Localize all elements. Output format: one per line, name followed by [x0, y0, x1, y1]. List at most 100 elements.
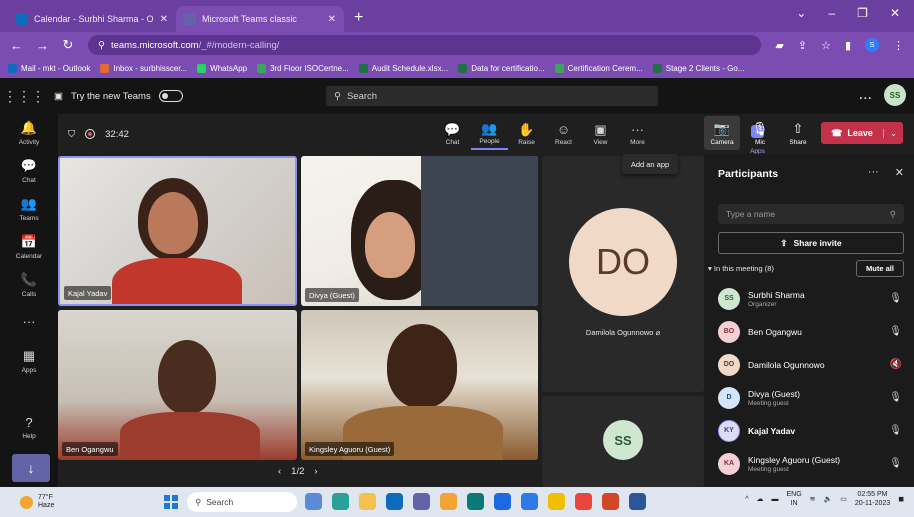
control-chat[interactable]: 💬 Chat: [434, 118, 471, 150]
participant-row[interactable]: KA Kingsley Aguoru (Guest) Meeting guest 🎙: [704, 447, 914, 480]
bookmark-item[interactable]: Data for certificatio...: [458, 63, 545, 73]
participant-row[interactable]: BO Ben Ogangwu 🎙: [704, 315, 914, 348]
tab-calendar[interactable]: Calendar - Surbhi Sharma - Outl ✕: [8, 6, 176, 32]
close-icon[interactable]: ✕: [895, 166, 904, 179]
tab-teams[interactable]: Microsoft Teams classic ✕: [176, 6, 344, 32]
taskbar-app-icon[interactable]: [629, 493, 646, 510]
bookmark-item[interactable]: 3rd Floor ISOCertne...: [257, 63, 349, 73]
teams-search-input[interactable]: ⚲ Search: [326, 86, 658, 106]
leave-button[interactable]: ☎ Leave ⌄: [821, 122, 903, 144]
bookmark-item[interactable]: Mail - mkt - Outlook: [8, 63, 90, 73]
rail-item-teams[interactable]: 👥 Teams: [0, 190, 58, 228]
taskbar-app-icon[interactable]: [305, 493, 322, 510]
taskbar-app-icon[interactable]: [521, 493, 538, 510]
taskbar-app-icon[interactable]: [575, 493, 592, 510]
taskbar-app-icon[interactable]: [602, 493, 619, 510]
taskbar-search-input[interactable]: ⚲ Search: [187, 492, 297, 512]
taskbar-app-icon[interactable]: [332, 493, 349, 510]
more-icon: ···: [631, 121, 644, 137]
participant-row[interactable]: D Divya (Guest) Meeting guest 🎙: [704, 381, 914, 414]
minimize-icon[interactable]: –: [828, 6, 835, 20]
taskbar-app-icon[interactable]: [494, 493, 511, 510]
avatar-tile-damilola[interactable]: DO Damilola Ogunnowo ⌀: [542, 156, 704, 392]
participant-search-input[interactable]: Type a name ⚲: [718, 204, 904, 224]
sidepanel-icon[interactable]: ▮: [845, 39, 851, 52]
control-camera[interactable]: 📷 Camera: [704, 116, 740, 150]
control-more[interactable]: ··· More: [619, 118, 656, 150]
close-window-icon[interactable]: ✕: [890, 6, 900, 20]
chevron-up-icon[interactable]: ^: [745, 496, 748, 503]
restore-icon[interactable]: ❐: [857, 6, 868, 20]
video-tile-ben[interactable]: Ben Ogangwu: [58, 310, 297, 460]
taskbar-app-icon[interactable]: [413, 493, 430, 510]
weather-widget[interactable]: 77°F Haze: [20, 494, 54, 510]
in-meeting-header[interactable]: ▾ In this meeting (8): [708, 264, 774, 273]
share-page-icon[interactable]: ⇪: [798, 39, 807, 52]
bookmark-item[interactable]: Certification Cerem...: [554, 63, 643, 73]
download-icon[interactable]: ↓: [12, 454, 50, 482]
close-icon[interactable]: ✕: [328, 14, 336, 25]
control-mic[interactable]: 🎙 Mic: [742, 116, 778, 150]
forward-icon[interactable]: →: [36, 38, 49, 53]
control-raise[interactable]: ✋ Raise: [508, 118, 545, 150]
close-icon[interactable]: ✕: [160, 14, 168, 25]
rail-item-apps[interactable]: ▦ Apps: [0, 342, 58, 380]
profile-avatar[interactable]: S: [865, 38, 879, 52]
back-icon[interactable]: ←: [10, 38, 23, 53]
taskbar-app-icon[interactable]: [440, 493, 457, 510]
site-info-icon[interactable]: ⚲: [98, 40, 105, 51]
bookmark-item[interactable]: Inbox - surbhisscer...: [100, 63, 187, 73]
camera-in-use-icon[interactable]: ▰: [775, 39, 783, 52]
rail-item-phone[interactable]: 📞 Calls: [0, 266, 58, 304]
chevron-down-icon[interactable]: ⌄: [883, 128, 903, 138]
more-options-icon[interactable]: ...: [859, 86, 872, 104]
try-new-toggle[interactable]: [158, 90, 183, 102]
chevron-right-icon[interactable]: ›: [314, 466, 317, 477]
control-share[interactable]: ⇧ Share: [780, 116, 816, 150]
taskbar-app-icon[interactable]: [359, 493, 376, 510]
taskbar-app-icon[interactable]: [548, 493, 565, 510]
app-launcher-icon[interactable]: ⋮⋮⋮: [0, 88, 48, 105]
clock[interactable]: 02:55 PM 20-11-2023: [855, 490, 890, 508]
mute-all-button[interactable]: Mute all: [856, 260, 904, 277]
taskbar-app-icon[interactable]: [386, 493, 403, 510]
video-tile-kingsley[interactable]: Kingsley Aguoru (Guest): [301, 310, 538, 460]
rail-item-more[interactable]: ···: [0, 304, 58, 342]
rail-item-chat[interactable]: 💬 Chat: [0, 152, 58, 190]
taskbar-app-icon[interactable]: [467, 493, 484, 510]
reload-icon[interactable]: ↻: [62, 37, 74, 53]
user-avatar[interactable]: SS: [884, 84, 906, 106]
chevron-left-icon[interactable]: ‹: [278, 466, 281, 477]
kebab-menu-icon[interactable]: ⋮: [893, 39, 904, 52]
rail-item-help[interactable]: ? Help: [0, 408, 58, 446]
control-people[interactable]: 👥 People: [471, 118, 508, 150]
url-field[interactable]: ⚲ teams.microsoft.com/_#/modern-calling/: [88, 35, 762, 55]
more-options-icon[interactable]: ···: [868, 166, 879, 179]
bookmark-star-icon[interactable]: ☆: [821, 39, 831, 52]
new-tab-icon[interactable]: +: [354, 9, 363, 27]
participant-row[interactable]: KY Kajal Yadav 🎙: [704, 414, 914, 447]
folder-icon[interactable]: ▬: [772, 496, 779, 503]
notification-icon[interactable]: ◼: [898, 495, 904, 503]
participant-row[interactable]: DO Damilola Ogunnowo 🔇: [704, 348, 914, 381]
cloud-icon[interactable]: ☁: [757, 495, 764, 503]
chevron-down-icon[interactable]: ⌄: [796, 6, 806, 20]
bookmark-item[interactable]: Audit Schedule.xlsx...: [358, 63, 448, 73]
rail-item-calendar[interactable]: 📅 Calendar: [0, 228, 58, 266]
participant-row[interactable]: SS Surbhi Sharma Organizer 🎙: [704, 282, 914, 315]
share-invite-button[interactable]: ⇪ Share invite: [718, 232, 904, 254]
language-indicator[interactable]: ENG IN: [787, 490, 802, 508]
bookmark-item[interactable]: WhatsApp: [197, 63, 247, 73]
speaker-icon[interactable]: 🔈: [824, 495, 833, 503]
rail-item-bell[interactable]: 🔔 Activity: [0, 114, 58, 152]
try-new-teams[interactable]: ▣ Try the new Teams: [54, 90, 183, 102]
wifi-icon[interactable]: ≋: [810, 495, 816, 503]
control-view[interactable]: ▣ View: [582, 118, 619, 150]
video-tile-kajal[interactable]: Kajal Yadav: [58, 156, 297, 306]
video-tile-divya[interactable]: Divya (Guest): [301, 156, 538, 306]
battery-icon[interactable]: ▭: [840, 495, 847, 503]
control-react[interactable]: ☺ React: [545, 118, 582, 150]
windows-start-icon[interactable]: [164, 495, 178, 509]
bookmark-item[interactable]: Stage 2 Clients - Go...: [652, 63, 744, 73]
avatar-tile-self[interactable]: SS: [542, 396, 704, 487]
